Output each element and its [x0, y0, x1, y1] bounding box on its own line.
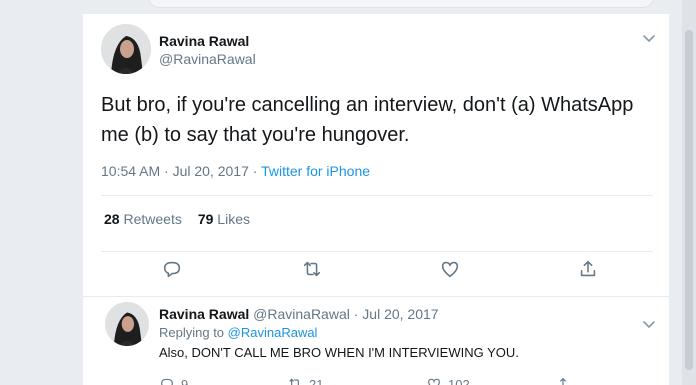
author-name[interactable]: Ravina Rawal [159, 33, 249, 49]
divider [101, 251, 653, 252]
heart-icon [428, 378, 440, 385]
reply-action-share[interactable] [555, 376, 571, 385]
reply-icon[interactable] [161, 258, 183, 280]
author-handle[interactable]: @RavinaRawal [159, 51, 256, 67]
retweets-stat[interactable]: 28 Retweets [104, 211, 182, 227]
scrollbar-thumb[interactable] [685, 30, 693, 370]
reply-header: Ravina Rawal @RavinaRawal · Jul 20, 2017 [159, 306, 439, 322]
chevron-down-icon[interactable] [641, 316, 657, 332]
reply-action-like[interactable]: 102 [426, 376, 470, 385]
retweet-icon[interactable] [301, 258, 323, 280]
tweet-meta: 10:54 AM · Jul 20, 2017 · Twitter for iP… [101, 163, 370, 179]
reply-mention-link[interactable]: @RavinaRawal [228, 325, 318, 340]
reply-author-handle[interactable]: @RavinaRawal · Jul 20, 2017 [253, 306, 438, 322]
tweet-text: But bro, if you're cancelling an intervi… [101, 94, 634, 146]
reply-action-retweet[interactable]: 21 [287, 376, 323, 385]
retweet-count: 21 [309, 376, 324, 385]
divider [101, 195, 653, 196]
search-bar[interactable] [148, 0, 654, 8]
reply-icon [161, 378, 173, 385]
replying-to: Replying to @RavinaRawal [159, 325, 318, 340]
avatar-image [101, 24, 151, 74]
tweet-source[interactable]: Twitter for iPhone [261, 163, 370, 179]
retweet-icon [289, 378, 299, 385]
divider [83, 296, 671, 297]
chevron-down-icon[interactable] [641, 30, 657, 46]
share-icon [559, 377, 567, 385]
reply-count: 9 [181, 376, 189, 385]
avatar[interactable] [101, 24, 151, 74]
tweet-timestamp[interactable]: 10:54 AM · Jul 20, 2017 · [101, 163, 261, 179]
like-count: 102 [448, 376, 470, 385]
tweet-card: Ravina Rawal @RavinaRawal But bro, if yo… [82, 14, 671, 385]
likes-stat[interactable]: 79 Likes [198, 211, 250, 227]
reply-text: Also, DON'T CALL ME BRO WHEN I'M INTERVI… [159, 345, 519, 360]
avatar-image [105, 302, 149, 346]
tweet-stats: 28 Retweets 79 Likes [104, 211, 250, 227]
reply-author-name[interactable]: Ravina Rawal [159, 306, 249, 322]
heart-icon[interactable] [439, 258, 461, 280]
avatar[interactable] [105, 302, 149, 346]
scrollbar[interactable] [682, 0, 696, 385]
reply-action-reply[interactable]: 9 [159, 376, 188, 385]
share-icon[interactable] [577, 258, 599, 280]
